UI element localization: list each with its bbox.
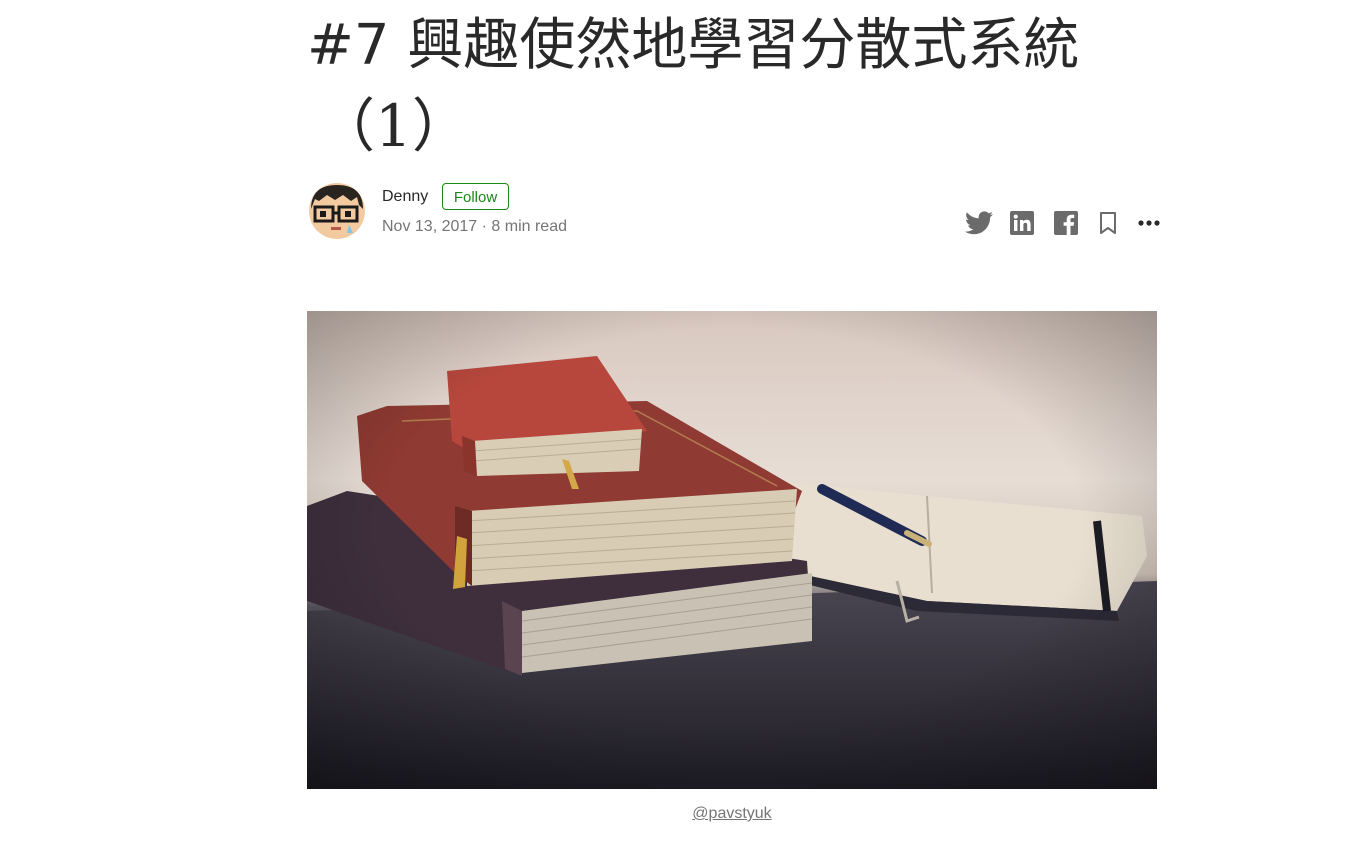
bookmark-icon[interactable]	[1093, 208, 1123, 238]
facebook-icon[interactable]	[1051, 208, 1081, 238]
hero-image	[307, 311, 1157, 789]
twitter-icon[interactable]	[964, 208, 994, 238]
linkedin-icon[interactable]	[1007, 208, 1037, 238]
photo-credit-link[interactable]: @pavstyuk	[692, 805, 771, 822]
books-photo	[307, 311, 1157, 789]
author-name[interactable]: Denny	[382, 187, 428, 207]
avatar-illustration	[309, 183, 365, 239]
article-title-line-1: #7 興趣使然地學習分散式系統	[307, 13, 1080, 78]
article-title-line-2: （1）	[317, 92, 470, 160]
more-icon[interactable]	[1134, 208, 1164, 238]
article-title: #7 興趣使然地學習分散式系統 （1）	[307, 6, 1157, 166]
article-meta: Nov 13, 2017 · 8 min read	[382, 218, 567, 235]
image-caption: @pavstyuk	[307, 804, 1157, 824]
author-avatar[interactable]	[307, 183, 367, 239]
follow-button[interactable]: Follow	[442, 183, 509, 210]
